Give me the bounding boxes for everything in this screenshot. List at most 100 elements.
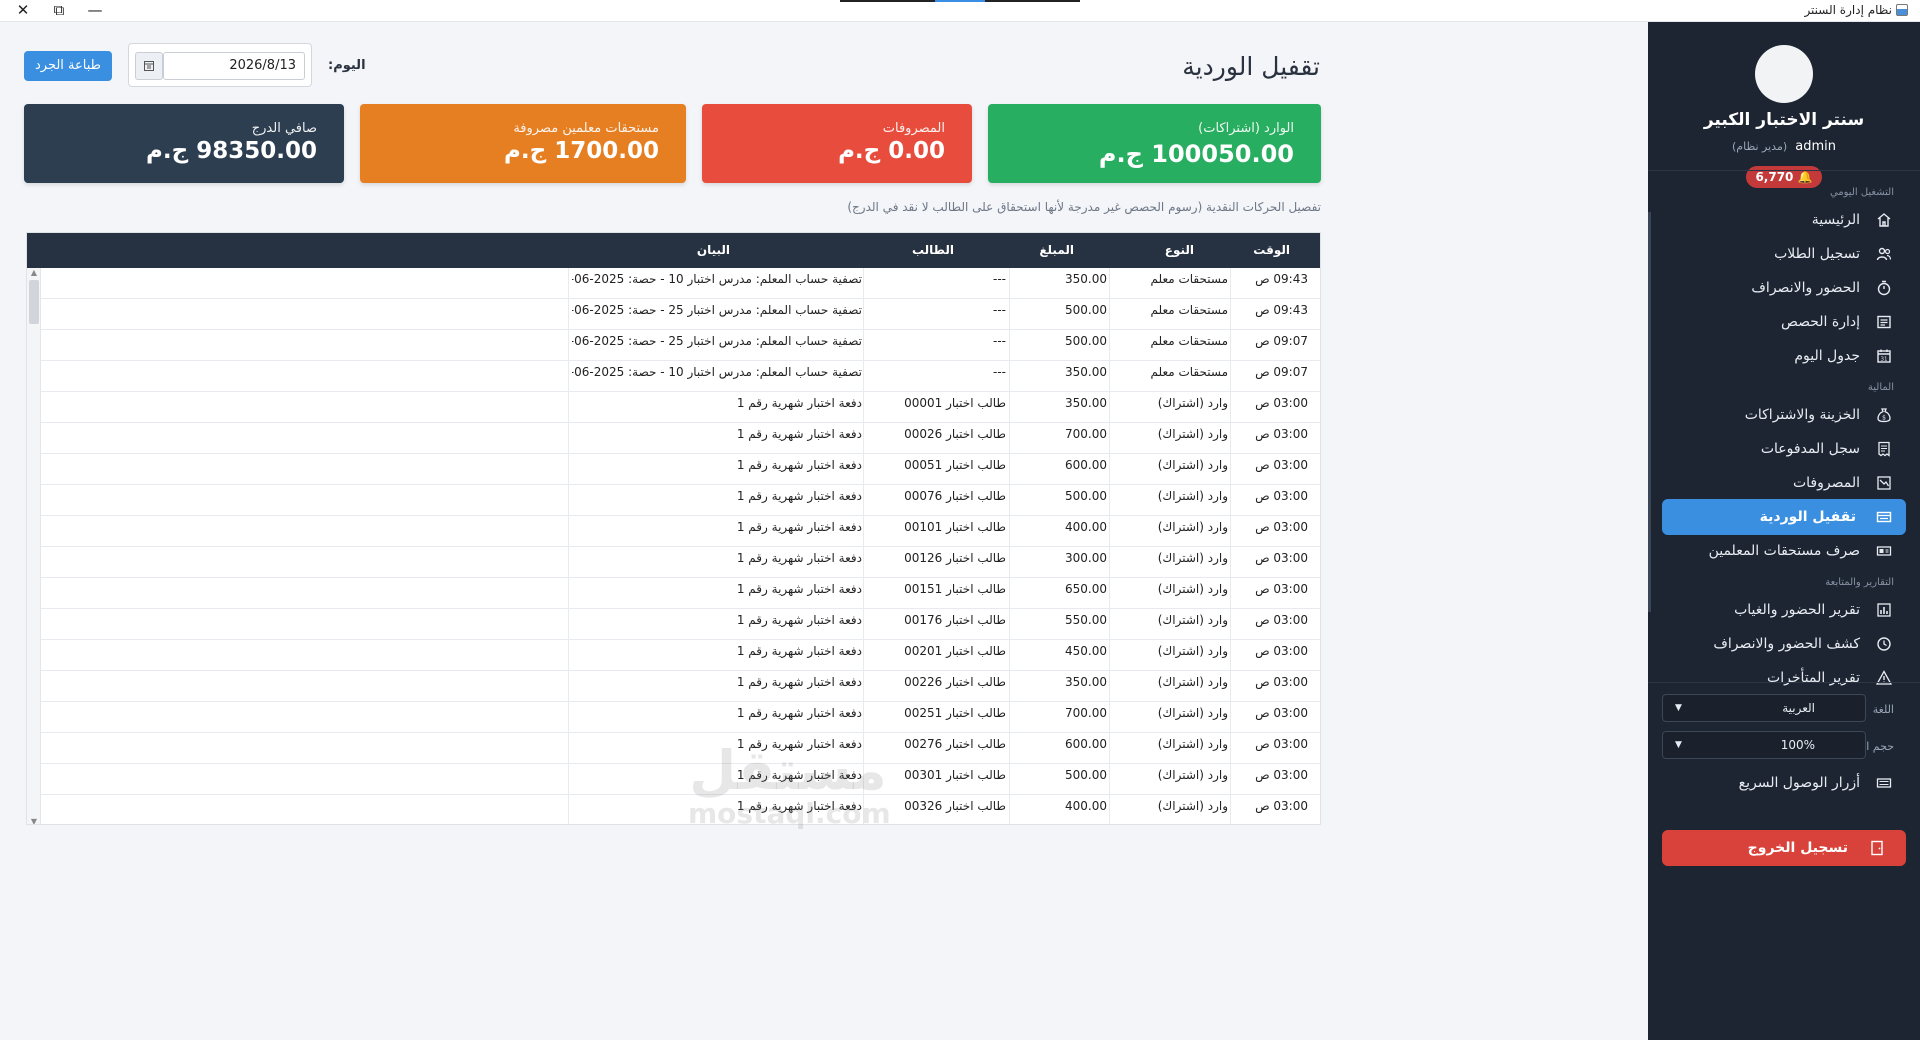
bar-chart-icon	[1877, 603, 1891, 617]
chevron-down-icon: ▼	[1675, 740, 1682, 750]
cell-type: وارد (اشتراك)	[1157, 582, 1228, 596]
cell-student: طالب اختبار 00076	[904, 489, 1006, 503]
fontsize-select[interactable]: 100% ▼	[1662, 731, 1866, 759]
table-row[interactable]: 03:00 ص وارد (اشتراك) 700.00 طالب اختبار 00…	[27, 702, 1320, 733]
logout-button[interactable]: تسجيل الخروج	[1662, 830, 1906, 866]
sidebar-scrollbar[interactable]	[1648, 212, 1651, 612]
cell-description: دفعة اختبار شهرية رقم 1	[736, 489, 862, 503]
sidebar-item-today-schedule[interactable]: 31 جدول اليوم	[1662, 338, 1906, 374]
cell-amount: 450.00	[1065, 644, 1107, 658]
sidebar-item-attendance-sheet[interactable]: كشف الحضور والانصراف	[1662, 626, 1906, 662]
sidebar-item-expenses[interactable]: المصروفات	[1662, 465, 1906, 501]
sidebar-item-payments-log[interactable]: سجل المدفوعات	[1662, 431, 1906, 467]
column-divider	[1109, 268, 1110, 824]
calendar-button[interactable]	[135, 52, 163, 80]
sidebar-item-teacher-payouts[interactable]: صرف مستحقات المعلمين	[1662, 533, 1906, 569]
cell-time: 09:07 ص	[1255, 365, 1308, 379]
column-header-time[interactable]: الوقت	[1253, 233, 1290, 268]
table-row[interactable]: 03:00 ص وارد (اشتراك) 600.00 طالب اختبار 00…	[27, 733, 1320, 764]
table-row[interactable]: 03:00 ص وارد (اشتراك) 400.00 طالب اختبار 00…	[27, 516, 1320, 547]
date-input[interactable]: 2026/8/13	[163, 52, 305, 80]
cell-description: تصفية حساب المعلم: مدرس اختبار 10 - حصة:…	[572, 365, 862, 379]
cell-type: وارد (اشتراك)	[1157, 644, 1228, 658]
door-icon	[1871, 840, 1883, 856]
table-note: تفصيل الحركات النقدية (رسوم الحصص غير مد…	[847, 200, 1321, 214]
table-row[interactable]: 03:00 ص وارد (اشتراك) 400.00 طالب اختبار 00…	[27, 795, 1320, 824]
sidebar-item-label: جدول اليوم	[1794, 348, 1860, 364]
cell-amount: 400.00	[1065, 520, 1107, 534]
column-header-student[interactable]: الطالب	[912, 233, 954, 268]
table-row[interactable]: 03:00 ص وارد (اشتراك) 350.00 طالب اختبار 00…	[27, 392, 1320, 423]
minimize-window-button[interactable]: —	[72, 0, 118, 22]
cell-type: وارد (اشتراك)	[1157, 706, 1228, 720]
table-row[interactable]: 03:00 ص وارد (اشتراك) 650.00 طالب اختبار 00…	[27, 578, 1320, 609]
cell-student: ---	[993, 334, 1006, 348]
section-reports: التقارير والمتابعة	[1825, 577, 1894, 588]
sidebar-item-attendance[interactable]: الحضور والانصراف	[1662, 270, 1906, 306]
cell-type: مستحقات معلم	[1150, 365, 1228, 379]
keyboard-icon	[1876, 778, 1892, 788]
table-row[interactable]: 03:00 ص وارد (اشتراك) 500.00 طالب اختبار 00…	[27, 764, 1320, 795]
column-divider	[1230, 268, 1231, 824]
sidebar-item-shift-close[interactable]: تقفيل الوردية	[1662, 499, 1906, 535]
scrollbar-thumb[interactable]	[29, 280, 39, 324]
cell-description: تصفية حساب المعلم: مدرس اختبار 10 - حصة:…	[572, 272, 862, 286]
table-row[interactable]: 03:00 ص وارد (اشتراك) 500.00 طالب اختبار 00…	[27, 485, 1320, 516]
card-title: الوارد (اشتراكات)	[1198, 121, 1294, 136]
cell-student: طالب اختبار 00101	[904, 520, 1006, 534]
scroll-up-icon[interactable]: ▲	[29, 268, 39, 277]
cell-type: وارد (اشتراك)	[1157, 396, 1228, 410]
cell-time: 03:00 ص	[1255, 737, 1308, 751]
sidebar-item-label: سجل المدفوعات	[1760, 441, 1860, 457]
table-row[interactable]: 03:00 ص وارد (اشتراك) 600.00 طالب اختبار 00…	[27, 454, 1320, 485]
cell-amount: 600.00	[1065, 737, 1107, 751]
sidebar-item-arrears-report[interactable]: تقرير المتأخرات	[1662, 660, 1906, 696]
table-row[interactable]: 03:00 ص وارد (اشتراك) 550.00 طالب اختبار 00…	[27, 609, 1320, 640]
cell-time: 09:43 ص	[1255, 272, 1308, 286]
cell-type: وارد (اشتراك)	[1157, 520, 1228, 534]
watermark: مستقل mostaql.com	[688, 742, 891, 828]
cell-type: وارد (اشتراك)	[1157, 675, 1228, 689]
scroll-down-icon[interactable]: ▼	[29, 817, 39, 824]
cell-description: دفعة اختبار شهرية رقم 1	[736, 644, 862, 658]
cell-student: ---	[993, 272, 1006, 286]
cell-student: ---	[993, 365, 1006, 379]
cell-time: 03:00 ص	[1255, 799, 1308, 813]
table-row[interactable]: 09:43 ص مستحقات معلم 500.00 --- تصفية حساب ا…	[27, 299, 1320, 330]
cell-type: وارد (اشتراك)	[1157, 737, 1228, 751]
column-header-type[interactable]: النوع	[1165, 233, 1194, 268]
user-role: (مدير نظام)	[1732, 140, 1788, 153]
print-inventory-button[interactable]: طباعة الجرد	[24, 51, 112, 81]
window-titlebar: ✕ ⧉ — نظام إدارة السنتر	[0, 0, 1920, 22]
table-scrollbar[interactable]: ▲ ▼	[27, 268, 41, 824]
sidebar-item-student-registration[interactable]: تسجيل الطلاب	[1662, 236, 1906, 272]
table-row[interactable]: 03:00 ص وارد (اشتراك) 300.00 طالب اختبار 00…	[27, 547, 1320, 578]
card-teacher-payouts: مستحقات معلمين مصروفة 1700.00 ج.م	[360, 104, 686, 183]
home-icon	[1877, 213, 1891, 227]
sidebar-item-treasury[interactable]: $ الخزينة والاشتراكات	[1662, 397, 1906, 433]
column-divider	[568, 268, 569, 824]
table-row[interactable]: 03:00 ص وارد (اشتراك) 350.00 طالب اختبار 00…	[27, 671, 1320, 702]
table-row[interactable]: 09:07 ص مستحقات معلم 500.00 --- تصفية حساب ا…	[27, 330, 1320, 361]
quick-access-button[interactable]: أزرار الوصول السريع	[1662, 765, 1906, 801]
sidebar-item-home[interactable]: الرئيسية	[1662, 202, 1906, 238]
language-select[interactable]: العربية ▼	[1662, 694, 1866, 722]
table-row[interactable]: 03:00 ص وارد (اشتراك) 700.00 طالب اختبار 00…	[27, 423, 1320, 454]
badge-count: 6,770	[1755, 170, 1794, 184]
table-row[interactable]: 03:00 ص وارد (اشتراك) 450.00 طالب اختبار 00…	[27, 640, 1320, 671]
cell-amount: 350.00	[1065, 272, 1107, 286]
cell-description: دفعة اختبار شهرية رقم 1	[736, 458, 862, 472]
sidebar-item-sessions[interactable]: إدارة الحصص	[1662, 304, 1906, 340]
cell-time: 03:00 ص	[1255, 458, 1308, 472]
username: admin	[1795, 139, 1836, 154]
column-header-description[interactable]: البيان	[697, 233, 730, 268]
cell-amount: 500.00	[1065, 489, 1107, 503]
table-row[interactable]: 09:43 ص مستحقات معلم 350.00 --- تصفية حساب ا…	[27, 268, 1320, 299]
sidebar-item-attendance-report[interactable]: تقرير الحضور والغياب	[1662, 592, 1906, 628]
drag-indicator-accent	[935, 0, 985, 2]
column-header-amount[interactable]: المبلغ	[1039, 233, 1074, 268]
table-row[interactable]: 09:07 ص مستحقات معلم 350.00 --- تصفية حساب ا…	[27, 361, 1320, 392]
cell-description: تصفية حساب المعلم: مدرس اختبار 25 - حصة:…	[572, 303, 862, 317]
table-header: الوقت النوع المبلغ الطالب البيان	[27, 233, 1320, 268]
cell-type: وارد (اشتراك)	[1157, 613, 1228, 627]
